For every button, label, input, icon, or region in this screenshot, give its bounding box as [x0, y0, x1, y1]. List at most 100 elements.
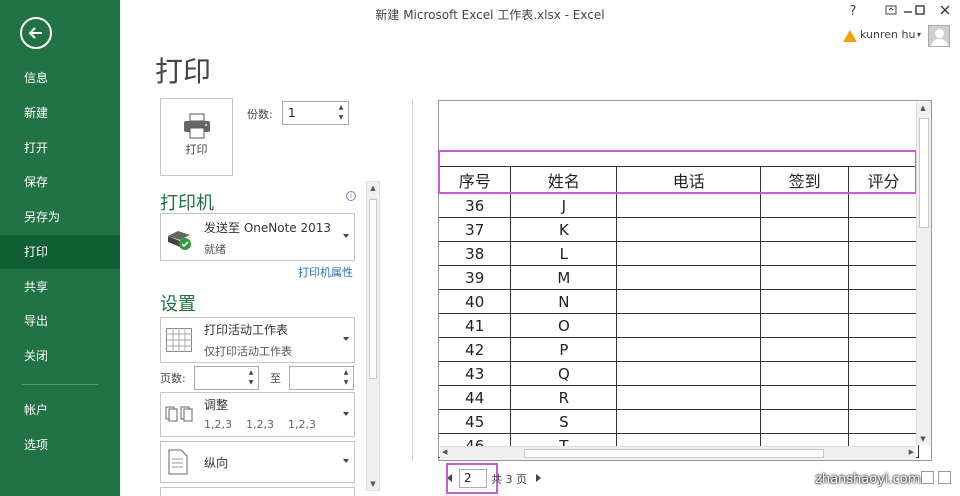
scope-sub: 仅打印活动工作表 [204, 345, 292, 358]
nav-close[interactable]: 关闭 [0, 339, 120, 373]
printer-properties-link[interactable]: 打印机属性 [298, 264, 353, 280]
nav-save-as[interactable]: 另存为 [0, 200, 120, 234]
cell: N [510, 289, 618, 314]
nav-label: 帐户 [24, 403, 49, 417]
nav-export[interactable]: 导出 [0, 304, 120, 338]
cell: Q [510, 361, 618, 386]
warning-icon[interactable] [843, 30, 857, 42]
spin-down-icon[interactable]: ▼ [336, 114, 346, 122]
copies-value: 1 [288, 106, 296, 120]
window-title: 新建 Microsoft Excel 工作表.xlsx - Excel [375, 8, 605, 22]
pages-label: 页数: [160, 372, 186, 385]
pages-to-label: 至 [270, 372, 281, 385]
chevron-down-icon [343, 234, 349, 238]
nav-label: 导出 [24, 314, 49, 328]
backstage-sidebar: 信息 新建 打开 保存 另存为 打印 共享 导出 关闭 帐户 选项 [0, 0, 120, 496]
scroll-right-icon[interactable]: ▶ [909, 448, 914, 456]
scrollbar-thumb[interactable] [524, 449, 824, 458]
settings-heading: 设置 [160, 294, 196, 315]
nav-label: 另存为 [24, 210, 61, 224]
back-arrow-icon[interactable] [20, 17, 52, 49]
nav-options[interactable]: 选项 [0, 428, 120, 462]
cell: 42 [439, 337, 512, 362]
spin-down-icon[interactable]: ▼ [246, 379, 256, 387]
print-button[interactable]: 打印 [160, 98, 233, 176]
collate-select[interactable]: 调整 1,2,3 1,2,3 1,2,3 [160, 392, 355, 437]
portrait-icon [168, 449, 188, 475]
spin-up-icon[interactable]: ▲ [246, 369, 256, 377]
printer-status: 就绪 [204, 243, 226, 256]
spin-down-icon[interactable]: ▼ [341, 379, 351, 387]
info-icon[interactable]: i [346, 191, 356, 201]
nav-info[interactable]: 信息 [0, 61, 120, 95]
nav-label: 打开 [24, 141, 49, 155]
printer-name: 发送至 OneNote 2013 [204, 221, 332, 235]
cell: R [510, 385, 618, 410]
onenote-printer-icon [168, 231, 191, 250]
settings-scrollbar[interactable]: ▲ ▼ [366, 181, 380, 491]
next-setting-select[interactable] [160, 487, 355, 496]
print-scope-select[interactable]: 打印活动工作表 仅打印活动工作表 [160, 317, 355, 363]
nav-new[interactable]: 新建 [0, 96, 120, 130]
close-icon[interactable] [935, 4, 955, 20]
cell: 43 [439, 361, 512, 386]
spin-up-icon[interactable]: ▲ [341, 369, 351, 377]
printer-select[interactable]: 发送至 OneNote 2013 就绪 [160, 213, 355, 261]
pane-divider [412, 100, 413, 460]
cell: 45 [439, 409, 512, 434]
preview-vertical-scrollbar[interactable]: ▲ ▼ [916, 102, 931, 445]
chevron-down-icon [343, 337, 349, 341]
scroll-up-icon[interactable]: ▲ [367, 184, 379, 192]
nav-open[interactable]: 打开 [0, 131, 120, 165]
user-name[interactable]: kunren hu [860, 28, 915, 41]
cell: 40 [439, 289, 512, 314]
orientation-value: 纵向 [204, 456, 229, 470]
nav-label: 信息 [24, 71, 49, 85]
printer-heading: 打印机 [160, 193, 214, 214]
table-row: 38 L [439, 241, 919, 266]
nav-share[interactable]: 共享 [0, 270, 120, 304]
page-title: 打印 [155, 55, 212, 88]
chevron-down-icon[interactable]: ▾ [917, 30, 921, 39]
table-row: 36 J [439, 193, 919, 218]
nav-save[interactable]: 保存 [0, 165, 120, 199]
zoom-to-page-icon[interactable] [938, 471, 951, 484]
scrollbar-thumb[interactable] [919, 118, 929, 228]
orientation-select[interactable]: 纵向 [160, 441, 355, 483]
avatar[interactable] [928, 25, 950, 47]
show-margins-icon[interactable] [921, 471, 934, 484]
table-row: 45 S [439, 409, 919, 434]
maximize-icon[interactable] [910, 4, 930, 20]
nav-print[interactable]: 打印 [0, 235, 120, 269]
preview-horizontal-scrollbar[interactable]: ◀ ▶ [440, 446, 916, 460]
scrollbar-thumb[interactable] [369, 199, 377, 379]
cell: O [510, 313, 618, 338]
cell: M [510, 265, 618, 290]
spin-up-icon[interactable]: ▲ [336, 104, 346, 112]
pages-from-input[interactable]: ▲ ▼ [194, 366, 259, 390]
cell: 44 [439, 385, 512, 410]
scroll-down-icon[interactable]: ▼ [367, 480, 379, 488]
table-row: 43 Q [439, 361, 919, 386]
cell: 39 [439, 265, 512, 290]
header-highlight-box [438, 150, 917, 194]
title-bar: 新建 Microsoft Excel 工作表.xlsx - Excel [120, 0, 960, 28]
table-row: 41 O [439, 313, 919, 338]
table-row: 37 K [439, 217, 919, 242]
next-page-icon[interactable] [536, 474, 541, 482]
scroll-up-icon[interactable]: ▲ [917, 104, 929, 112]
help-button[interactable]: ? [843, 4, 863, 19]
nav-divider [22, 384, 98, 385]
chevron-down-icon [343, 459, 349, 463]
nav-label: 选项 [24, 438, 49, 452]
nav-account[interactable]: 帐户 [0, 393, 120, 427]
scroll-left-icon[interactable]: ◀ [442, 448, 447, 456]
cell: P [510, 337, 618, 362]
pages-to-input[interactable]: ▲ ▼ [289, 366, 354, 390]
nav-label: 保存 [24, 175, 49, 189]
table-row: 39 M [439, 265, 919, 290]
watermark: zhanshaoyi.com [815, 472, 921, 487]
cell: 37 [439, 217, 512, 242]
copies-stepper[interactable]: 1 ▲ ▼ [282, 101, 349, 125]
scroll-down-icon[interactable]: ▼ [917, 435, 929, 443]
